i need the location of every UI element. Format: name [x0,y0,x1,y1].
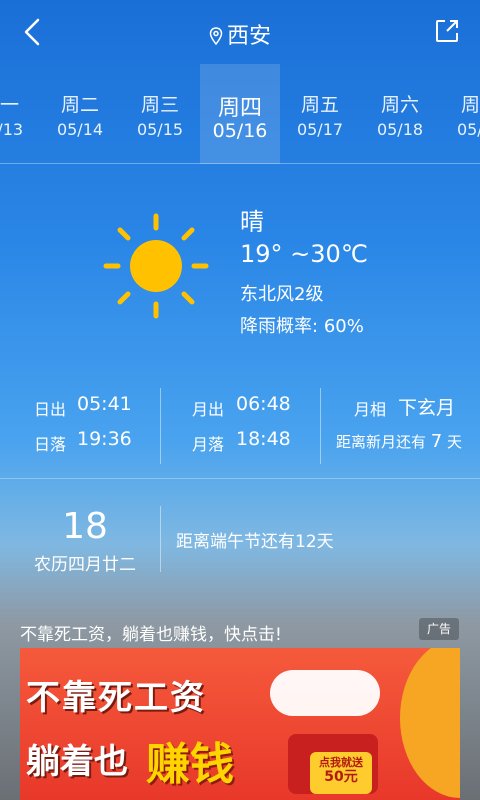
share-button[interactable] [434,18,460,44]
cloud-decoration [270,670,380,716]
moonset-label: 月落 [192,435,225,454]
divider [320,388,321,464]
ad-title[interactable]: 不靠死工资，躺着也赚钱，快点击! [20,620,282,645]
temperature-range: 19° ~30℃ [240,240,368,268]
divider [160,388,161,464]
new-moon-unit: 天 [447,433,463,451]
divider [0,478,480,479]
banner-cta-top: 点我就送 [319,756,363,769]
rain-label: 降雨概率: [240,316,319,337]
day-tab[interactable]: 周一 05/13 [0,64,40,164]
moonrise-time: 06:48 [236,393,291,415]
city-name: 西安 [226,24,271,49]
city-selector[interactable]: 西安 [0,18,480,51]
day-date: 05/19 [456,120,480,139]
day-weekday: 周一 [0,94,19,116]
day-tab[interactable]: 周三 05/15 [120,64,200,164]
day-weekday: 周六 [380,94,419,116]
rain-probability: 降雨概率: 60% [240,312,364,338]
sun-icon [100,210,212,322]
day-date: 05/17 [296,120,344,139]
day-tab[interactable]: 周六 05/18 [360,64,440,164]
location-pin-icon [209,26,223,51]
sunset-time: 19:36 [77,428,132,450]
day-date: 05/18 [376,120,424,139]
banner-cta-button[interactable]: 点我就送 50元 [310,752,372,794]
day-weekday: 周四 [217,96,262,121]
day-date: 05/16 [212,120,268,142]
weather-condition: 晴 [240,208,264,236]
promo-circle-graphic [400,648,460,798]
day-date: 05/13 [0,120,24,139]
day-weekday: 周日 [460,94,480,116]
lunar-day-number: 18 [62,506,108,547]
day-weekday: 周五 [300,94,339,116]
banner-line2: 躺着也 [26,742,128,782]
festival-countdown: 距离端午节还有12天 [176,532,334,552]
sunset-label: 日落 [34,435,67,454]
moonrise-label: 月出 [192,400,225,419]
moon-phase-label: 月相 [354,400,387,419]
day-date: 05/14 [56,120,104,139]
day-tab[interactable]: 周日 05/19 [440,64,480,164]
banner-line1: 不靠死工资 [26,678,206,718]
astro-info: 日出 05:41 日落 19:36 月出 06:48 月落 18:48 月相 下… [0,388,480,464]
divider [160,506,161,572]
day-tab-active[interactable]: 周四 05/16 [200,64,280,164]
wind-info: 东北风2级 [240,284,324,305]
moon-phase: 下玄月 [398,397,456,419]
new-moon-days: 7 [430,431,443,452]
day-tab[interactable]: 周二 05/14 [40,64,120,164]
rain-value: 60% [323,316,364,337]
sunrise-label: 日出 [34,400,67,419]
ad-badge: 广告 [419,618,459,640]
sunrise-time: 05:41 [77,393,132,415]
new-moon-text: 距离新月还有 [336,433,427,451]
day-tab[interactable]: 周五 05/17 [280,64,360,164]
new-moon-countdown: 距离新月还有 7 天 [336,431,462,452]
day-date: 05/15 [136,120,184,139]
moonset-time: 18:48 [236,428,291,450]
top-bar: 西安 [0,0,480,64]
day-weekday: 周二 [60,94,99,116]
lunar-date: 农历四月廿二 [34,555,136,575]
day-selector: 周一 05/13 周二 05/14 周三 05/15 周四 05/16 周五 0… [0,64,480,164]
day-weekday: 周三 [140,94,179,116]
banner-cta-amount: 50元 [324,769,358,785]
ad-banner[interactable]: 不靠死工资 躺着也 赚钱 点我就送 50元 [20,648,460,800]
share-icon [436,20,458,42]
banner-line3: 赚钱 [146,739,234,790]
